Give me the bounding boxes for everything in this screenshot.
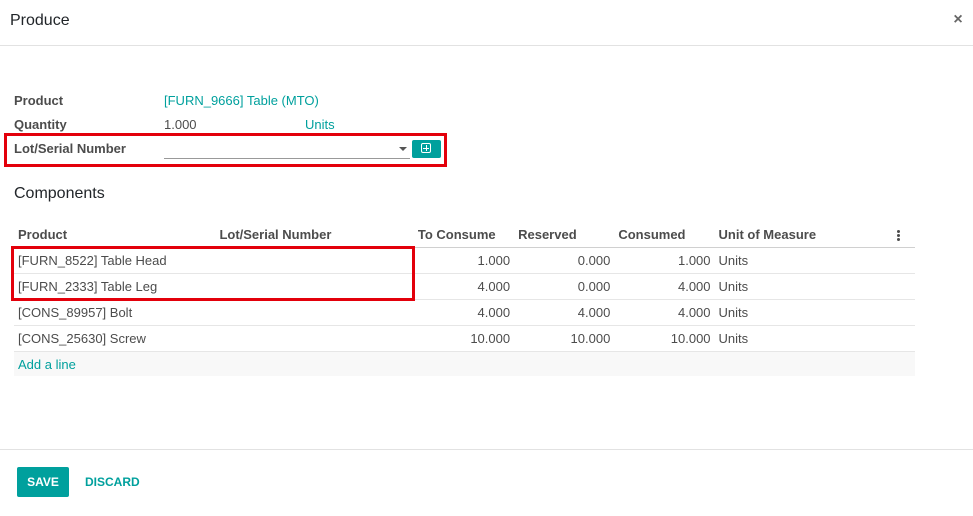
plus-square-icon [421,143,431,153]
row-consumed[interactable]: 10.000 [614,325,715,352]
row-uom: Units [714,325,893,352]
save-button[interactable]: SAVE [17,467,69,497]
components-table: Product Lot/Serial Number To Consume Res… [14,221,915,376]
row-product[interactable]: [FURN_8522] Table Head [14,247,216,274]
row-spacer [892,247,915,274]
kebab-vertical-icon [896,229,900,241]
col-product[interactable]: Product [14,221,216,248]
row-to-consume: 1.000 [413,247,515,274]
product-label: Product [14,93,64,108]
table-header-row: Product Lot/Serial Number To Consume Res… [14,221,915,248]
modal-title: Produce [10,12,70,29]
table-row[interactable]: [FURN_8522] Table Head 1.000 0.000 1.000… [14,247,915,274]
row-uom: Units [714,273,893,300]
create-lot-button[interactable] [412,140,441,158]
lot-label: Lot/Serial Number [14,141,126,156]
col-consumed[interactable]: Consumed [614,221,715,248]
col-uom[interactable]: Unit of Measure [714,221,893,248]
col-to-consume[interactable]: To Consume [413,221,515,248]
add-line-row: Add a line [14,351,915,376]
row-consumed[interactable]: 4.000 [614,273,715,300]
table-row[interactable]: [CONS_25630] Screw 10.000 10.000 10.000 … [14,325,915,352]
close-icon[interactable]: × [951,11,965,29]
product-link[interactable]: [FURN_9666] Table (MTO) [164,93,319,108]
row-reserved: 0.000 [514,273,615,300]
row-product[interactable]: [FURN_2333] Table Leg [14,273,216,300]
quantity-label: Quantity [14,117,67,132]
row-spacer [892,299,915,326]
caret-down-icon[interactable] [399,147,407,151]
quantity-field[interactable]: 1.000 [164,117,197,132]
row-lot[interactable] [215,325,414,352]
row-consumed[interactable]: 4.000 [614,299,715,326]
row-reserved: 10.000 [514,325,615,352]
row-reserved: 0.000 [514,247,615,274]
modal-header: Produce × [0,0,973,46]
col-lot[interactable]: Lot/Serial Number [215,221,414,248]
row-to-consume: 4.000 [413,273,515,300]
row-spacer [892,325,915,352]
add-line-cell: Add a line [14,351,915,376]
discard-button[interactable]: DISCARD [78,467,147,497]
lot-serial-input[interactable] [164,139,410,159]
components-title: Components [14,185,105,202]
add-line-link[interactable]: Add a line [18,357,76,372]
row-lot[interactable] [215,273,414,300]
row-uom: Units [714,299,893,326]
row-product[interactable]: [CONS_89957] Bolt [14,299,216,326]
row-reserved: 4.000 [514,299,615,326]
column-options-button[interactable] [892,221,915,248]
row-consumed[interactable]: 1.000 [614,247,715,274]
row-uom: Units [714,247,893,274]
quantity-uom-link[interactable]: Units [305,117,335,132]
modal-footer: SAVE DISCARD [0,449,973,516]
table-row[interactable]: [FURN_2333] Table Leg 4.000 0.000 4.000 … [14,273,915,300]
table-row[interactable]: [CONS_89957] Bolt 4.000 4.000 4.000 Unit… [14,299,915,326]
row-to-consume: 4.000 [413,299,515,326]
col-reserved[interactable]: Reserved [514,221,615,248]
row-to-consume: 10.000 [413,325,515,352]
row-product[interactable]: [CONS_25630] Screw [14,325,216,352]
row-spacer [892,273,915,300]
row-lot[interactable] [215,299,414,326]
row-lot[interactable] [215,247,414,274]
